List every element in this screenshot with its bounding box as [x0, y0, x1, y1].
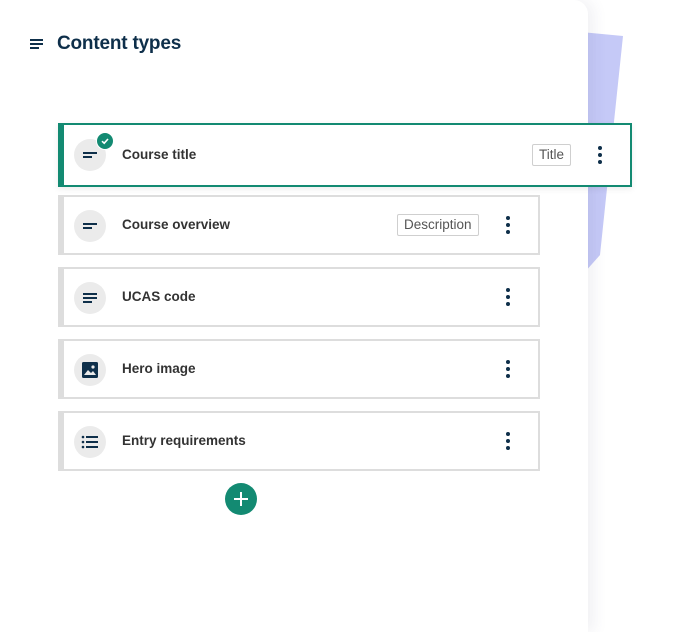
- item-icon-wrapper: [74, 282, 106, 314]
- notes-icon: [83, 293, 97, 303]
- add-content-type-button[interactable]: [225, 483, 257, 515]
- short-text-icon: [30, 39, 43, 49]
- item-icon-wrapper: [74, 210, 106, 242]
- item-icon-wrapper: [74, 132, 114, 171]
- item-tag: Title: [532, 144, 572, 166]
- item-tag: Description: [397, 214, 479, 236]
- item-icon-wrapper: [74, 426, 106, 458]
- item-label: Course overview: [122, 217, 231, 232]
- item-label: Entry requirements: [122, 433, 246, 448]
- more-options-icon[interactable]: [501, 213, 515, 237]
- short-text-icon: [83, 223, 97, 229]
- more-options-icon[interactable]: [501, 285, 515, 309]
- page-title: Content types: [57, 33, 182, 54]
- item-label: Hero image: [122, 361, 196, 376]
- item-label: Course title: [122, 147, 197, 162]
- content-type-item-ucas-code[interactable]: UCAS code: [58, 267, 540, 327]
- image-icon: [82, 362, 98, 378]
- list-icon: [81, 435, 98, 449]
- more-options-icon[interactable]: [501, 429, 515, 453]
- content-type-item-course-title[interactable]: Course title Title: [58, 123, 632, 187]
- more-options-icon[interactable]: [593, 143, 607, 167]
- short-text-icon: [83, 152, 97, 158]
- content-type-item-entry-requirements[interactable]: Entry requirements: [58, 411, 540, 471]
- item-icon-wrapper: [74, 354, 106, 386]
- panel-header: Content types: [29, 33, 181, 55]
- item-label: UCAS code: [122, 289, 196, 304]
- plus-icon: [234, 492, 248, 506]
- content-type-item-course-overview[interactable]: Course overview Description: [58, 195, 540, 255]
- more-options-icon[interactable]: [501, 357, 515, 381]
- content-type-item-hero-image[interactable]: Hero image: [58, 339, 540, 399]
- check-icon: [96, 132, 114, 150]
